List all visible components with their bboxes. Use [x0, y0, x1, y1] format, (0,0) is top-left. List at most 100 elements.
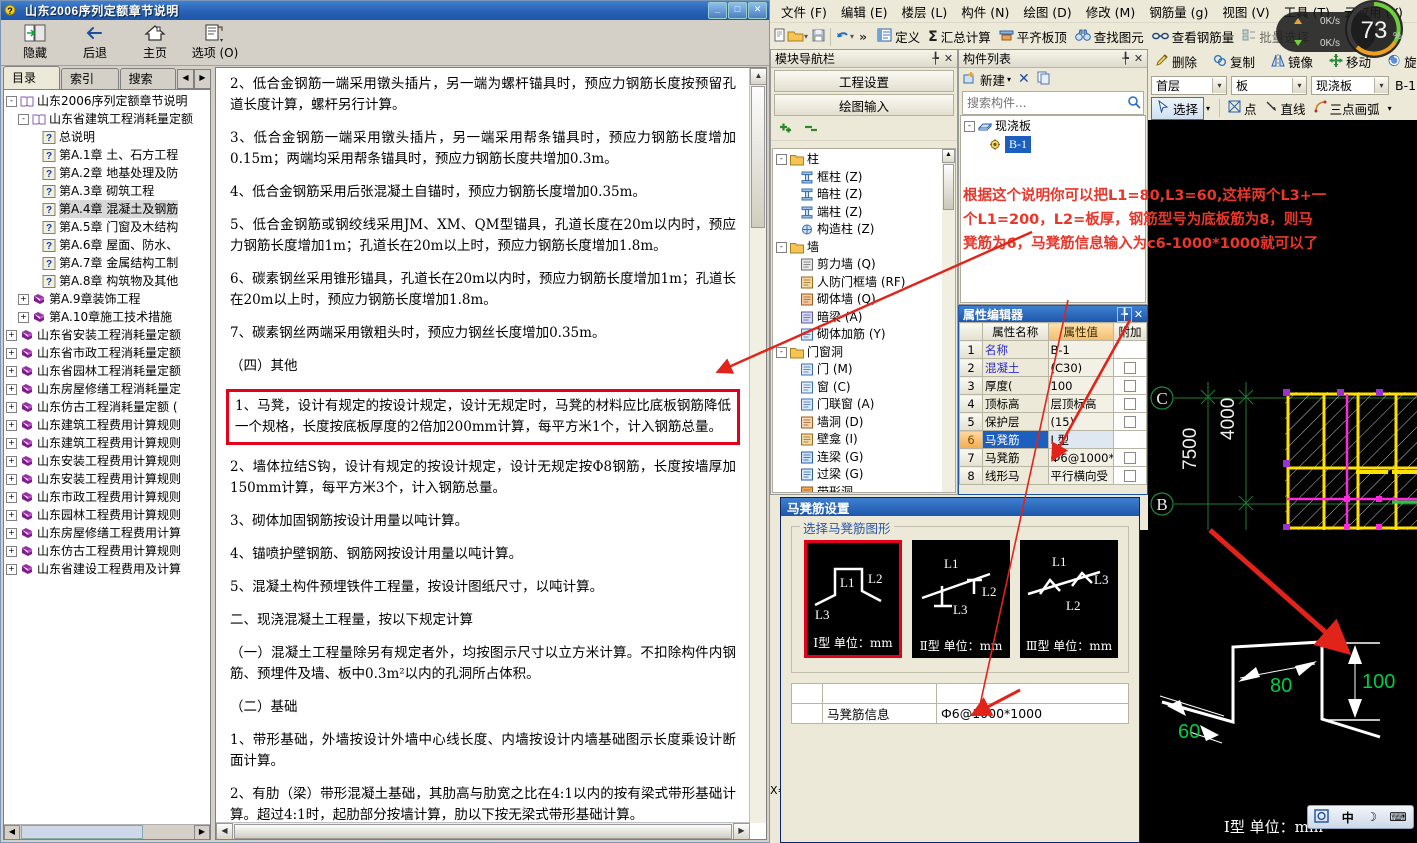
help-tree-item[interactable]: ? 总说明: [6, 128, 210, 146]
help-tree-item[interactable]: + 第A.9章装饰工程: [6, 290, 210, 308]
help-tree-item[interactable]: - 山东省建筑工程消耗量定额: [6, 110, 210, 128]
table-row[interactable]: 马凳筋信息 Ф6@1000*1000: [791, 703, 1129, 724]
nav-tree-item[interactable]: 人防门框墙 (RF): [776, 274, 942, 292]
tree-toggle-icon[interactable]: +: [6, 419, 17, 431]
summary-calc-button[interactable]: Σ 汇总计算: [924, 26, 995, 47]
property-row[interactable]: 5 保护层 (15): [959, 412, 1147, 431]
undo-icon[interactable]: [835, 28, 850, 46]
ime-chinese-label[interactable]: 中: [1342, 809, 1354, 826]
nav-tree-item[interactable]: -墙: [776, 239, 942, 257]
tree-toggle-icon[interactable]: +: [6, 455, 17, 467]
nav-button-drawing-input[interactable]: 绘图输入: [774, 94, 954, 116]
help-tree-item[interactable]: + 山东仿古工程消耗量定额 (: [6, 398, 210, 416]
hscroll-thumb[interactable]: [21, 825, 143, 839]
tab-scroll-left-icon[interactable]: ◀: [177, 69, 194, 89]
help-tree-item[interactable]: ? 第A.4章 混凝土及钢筋: [6, 200, 210, 218]
shape-option-type3[interactable]: L1 L3 L2 Ⅲ型 单位：mm: [1020, 540, 1118, 658]
nav-tree-item[interactable]: 暗柱 (Z): [776, 186, 942, 204]
help-tree-item[interactable]: ? 第A.2章 地基处理及防: [6, 164, 210, 182]
checkbox[interactable]: [1124, 398, 1136, 410]
nav-tree-item[interactable]: 门联窗 (A): [776, 396, 942, 414]
property-value[interactable]: B-1: [1047, 340, 1114, 359]
help-tree-item[interactable]: ? 第A.7章 金属结构工制: [6, 254, 210, 272]
tree-toggle-icon[interactable]: +: [6, 347, 17, 359]
tree-toggle-icon[interactable]: +: [6, 437, 17, 449]
nav-tree-item[interactable]: 框柱 (Z): [776, 169, 942, 187]
menu-item[interactable]: 修改 (M): [1079, 0, 1143, 23]
menu-item[interactable]: 绘图 (D): [1016, 0, 1078, 23]
help-tree-item[interactable]: + 山东房屋修缮工程消耗量定: [6, 380, 210, 398]
more-chevron-icon[interactable]: »: [859, 29, 867, 44]
tree-toggle-icon[interactable]: +: [6, 545, 17, 557]
property-row[interactable]: 2 混凝土 (C30): [959, 358, 1147, 377]
nav-scroll-thumb[interactable]: [943, 164, 954, 210]
tree-toggle-icon[interactable]: +: [6, 509, 17, 521]
help-tree-item[interactable]: + 山东省市政工程消耗量定额: [6, 344, 210, 362]
nav-button-project-settings[interactable]: 工程设置: [774, 70, 954, 92]
checkbox[interactable]: [1124, 452, 1136, 464]
tab-search[interactable]: 搜索 (S): [119, 68, 176, 106]
help-tree-item[interactable]: ? 第A.5章 门窗及木结构: [6, 218, 210, 236]
nav-tree-item[interactable]: 壁龛 (I): [776, 431, 942, 449]
help-tree-item[interactable]: + 山东省园林工程消耗量定额: [6, 362, 210, 380]
delete-x-icon[interactable]: ✕: [1018, 71, 1030, 87]
scroll-right-icon[interactable]: ▶: [194, 824, 210, 839]
tree-toggle-icon[interactable]: +: [6, 329, 17, 341]
property-additional[interactable]: [1113, 430, 1147, 449]
tree-toggle-icon[interactable]: +: [6, 473, 17, 485]
nav-tree-item[interactable]: 窗 (C): [776, 379, 942, 397]
save-icon[interactable]: [811, 28, 826, 46]
help-tree-item[interactable]: + 山东安装工程费用计算规则: [6, 452, 210, 470]
nav-tree-item[interactable]: 墙洞 (D): [776, 414, 942, 432]
help-tree-item[interactable]: + 山东仿古工程费用计算规则: [6, 542, 210, 560]
component-tree-item[interactable]: B-1: [964, 135, 1145, 153]
nav-tree-item[interactable]: -柱: [776, 151, 942, 169]
help-tree-item[interactable]: + 山东省安装工程消耗量定额: [6, 326, 210, 344]
property-additional[interactable]: [1113, 340, 1147, 359]
tree-toggle-icon[interactable]: -: [776, 241, 787, 253]
property-row[interactable]: 6 马凳筋 I 型: [959, 430, 1147, 449]
help-hide-button[interactable]: 隐藏: [5, 20, 65, 61]
help-tree-item[interactable]: + 山东房屋修缮工程费用计算: [6, 524, 210, 542]
help-tree-item[interactable]: ? 第A.1章 土、石方工程: [6, 146, 210, 164]
property-row[interactable]: 4 顶标高 层顶标高: [959, 394, 1147, 413]
tree-toggle-icon[interactable]: -: [776, 154, 787, 166]
menu-item[interactable]: 钢筋量 (g): [1142, 0, 1215, 23]
help-tree-item[interactable]: ? 第A.6章 屋面、防水、: [6, 236, 210, 254]
chevron-down-icon[interactable]: ▾: [1374, 77, 1388, 93]
collapse-all-icon[interactable]: [803, 120, 819, 137]
new-file-icon[interactable]: [772, 28, 787, 46]
document-vscrollbar[interactable]: ▲: [749, 68, 766, 823]
nav-tree-item[interactable]: 过梁 (G): [776, 466, 942, 484]
property-additional[interactable]: [1113, 448, 1147, 467]
nav-tree-item[interactable]: 剪力墙 (Q): [776, 256, 942, 274]
doc-hscroll-thumb[interactable]: [234, 823, 732, 839]
close-icon[interactable]: ✕: [942, 52, 955, 65]
nav-tree-item[interactable]: 带形洞: [776, 484, 942, 492]
doc-vscroll-thumb[interactable]: [751, 86, 765, 228]
arc-dropdown-icon[interactable]: ▾: [1388, 104, 1392, 113]
doc-scroll-up-icon[interactable]: ▲: [750, 68, 766, 85]
search-icon[interactable]: [1125, 95, 1143, 112]
tab-scroll-right-icon[interactable]: ▶: [194, 69, 211, 89]
chevron-down-icon[interactable]: ▾: [1292, 77, 1306, 93]
help-home-button[interactable]: 主页: [125, 20, 185, 61]
arc-tool-button[interactable]: 三点画弧: [1310, 98, 1384, 119]
help-contents-tree[interactable]: - 山东2006序列定额章节说明 - 山东省建筑工程消耗量定额? 总说明? 第A.1章 土…: [3, 89, 211, 840]
property-additional[interactable]: [1113, 376, 1147, 395]
nav-tree-item[interactable]: 砌体墙 (Q): [776, 291, 942, 309]
property-additional[interactable]: [1113, 394, 1147, 413]
type-select[interactable]: 现浇板 ▾: [1311, 75, 1389, 95]
menu-item[interactable]: 文件 (F): [774, 0, 834, 23]
property-value[interactable]: 层顶标高: [1047, 394, 1114, 413]
scroll-left-icon[interactable]: ◀: [4, 824, 20, 839]
checkbox[interactable]: [1124, 416, 1136, 428]
tree-toggle-icon[interactable]: +: [18, 311, 29, 323]
shape-option-type1[interactable]: L3 L1 L2 Ⅰ型 单位：mm: [804, 540, 902, 658]
nav-scroll-up-icon[interactable]: ▲: [942, 149, 955, 163]
align-slab-top-button[interactable]: 平齐板顶: [995, 26, 1071, 47]
tree-toggle-icon[interactable]: +: [6, 563, 17, 575]
document-hscrollbar[interactable]: ◀ ▶: [216, 822, 750, 839]
property-row[interactable]: 3 厚度(100: [959, 376, 1147, 395]
category-select[interactable]: 板 ▾: [1231, 75, 1307, 95]
